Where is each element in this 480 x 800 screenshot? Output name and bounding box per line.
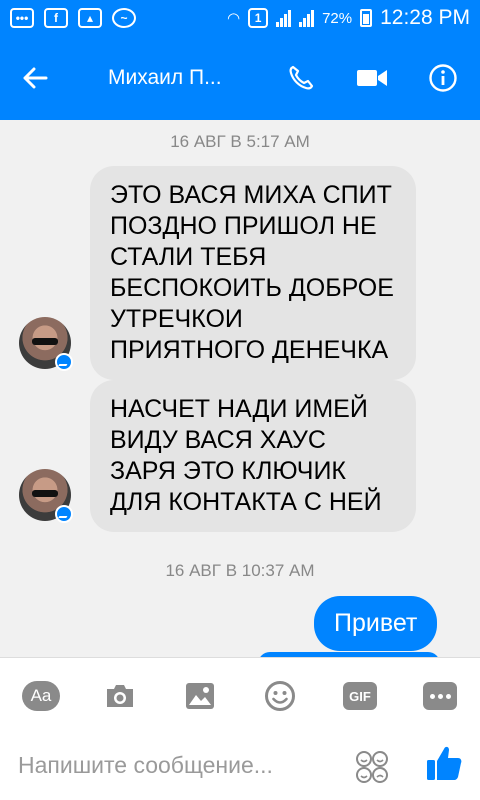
avatar-glasses [32,490,58,497]
outgoing-message[interactable]: Привет [314,596,438,651]
avatar-glasses [32,338,58,345]
messenger-notification-icon: ~ [112,8,136,28]
sender-avatar[interactable] [19,469,73,523]
phone-icon [289,65,314,90]
image-icon [186,683,214,709]
composer-toolbar: Aa GIF [0,676,480,716]
conversation-header: Михаил П... [0,36,480,120]
thumbs-up-icon [427,746,462,780]
battery-percent: 72% [322,9,353,27]
sticker-icon [356,751,388,783]
more-button[interactable] [420,676,460,716]
contact-name[interactable]: Михаил П... [108,66,278,90]
facebook-notification-icon: f [44,8,68,28]
signal-icon [276,9,292,27]
sim-badge: 1 [248,8,269,28]
wifi-icon: ◠ [226,10,241,27]
sender-avatar[interactable] [19,317,73,371]
info-button[interactable] [413,36,473,120]
back-arrow-icon [23,67,48,89]
status-bar: ••• f ▴ ~ ◠ 1 72% 12:28 PM [0,0,480,36]
incoming-message[interactable]: ЭТО ВАСЯ МИХА СПИТ ПОЗДНО ПРИШОЛ НЕ СТАЛ… [90,166,416,380]
input-row [0,741,480,791]
like-button[interactable] [424,743,464,783]
composer: Aa GIF [0,657,480,800]
emoji-button[interactable] [260,676,300,716]
timestamp: 16 АВГ В 5:17 AM [170,132,310,151]
smiley-icon [265,681,295,711]
battery-icon [360,9,373,27]
message-input[interactable] [18,745,328,785]
gif-icon: GIF [343,682,377,710]
call-button[interactable] [271,36,331,120]
aa-icon: Aa [22,681,60,711]
sticker-button[interactable] [354,749,390,785]
signal-icon-2 [299,9,315,27]
gif-button[interactable]: GIF [340,676,380,716]
message-list[interactable]: 16 АВГ В 5:17 AM ЭТО ВАСЯ МИХА СПИТ ПОЗД… [0,120,480,657]
messenger-badge-icon [55,353,73,371]
status-time: 12:28 PM [380,6,470,29]
timestamp: 16 АВГ В 10:37 AM [165,561,315,580]
messenger-badge-icon [55,505,73,523]
message-notification-icon: ••• [10,8,34,28]
info-icon [429,64,457,92]
gallery-button[interactable] [180,676,220,716]
camera-icon [107,685,133,707]
text-style-button[interactable]: Aa [21,676,61,716]
back-button[interactable] [0,36,70,120]
video-icon [357,70,387,86]
incoming-message[interactable]: НАСЧЕТ НАДИ ИМЕЙ ВИДУ ВАСЯ ХАУС ЗАРЯ ЭТО… [90,380,416,532]
more-icon [423,682,457,710]
gallery-notification-icon: ▴ [78,8,102,28]
camera-button[interactable] [100,676,140,716]
video-call-button[interactable] [342,36,402,120]
